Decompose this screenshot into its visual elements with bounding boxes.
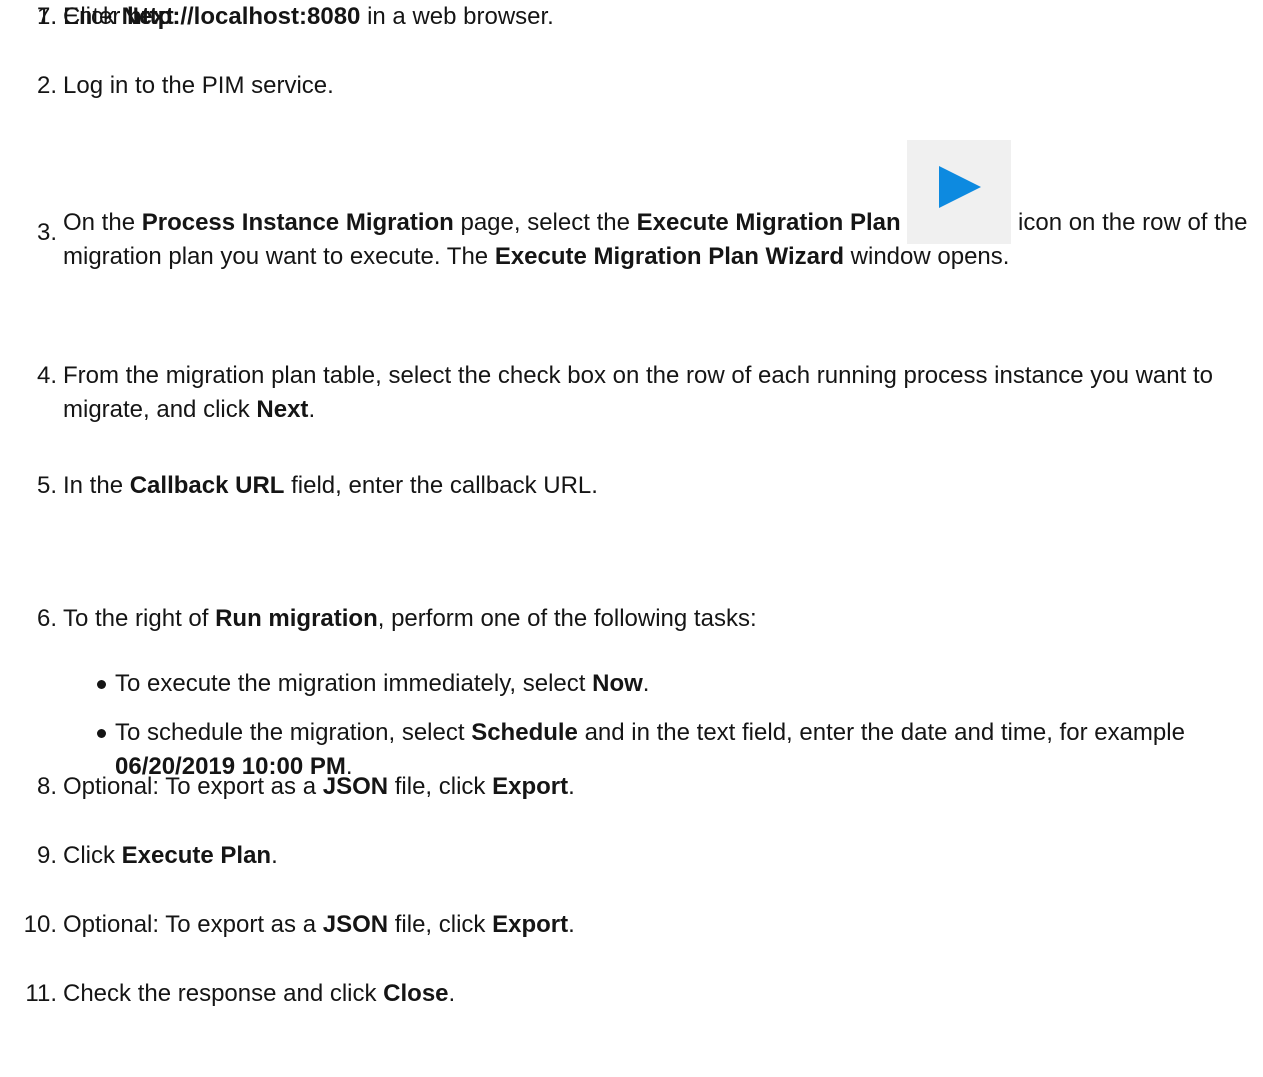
step-text: .	[173, 3, 181, 30]
step-body: In the Callback URL field, enter the cal…	[63, 469, 1258, 503]
step-text: In the	[63, 472, 130, 499]
step-text	[901, 209, 908, 236]
step-number: 10.	[23, 911, 57, 938]
step-body: From the migration plan table, select th…	[63, 359, 1258, 427]
step-text: Optional: To export as a	[63, 911, 323, 938]
procedure-document: 1. Enter http://localhost:8080 in a web b…	[0, 0, 1263, 1077]
ui-label: Schedule	[471, 719, 578, 746]
step-body: Check the response and click Close.	[63, 977, 1258, 1011]
step-number: 6.	[36, 605, 57, 632]
step-text: .	[448, 980, 456, 1007]
ui-label: Run migration	[215, 605, 378, 632]
step-text: page, select the	[453, 209, 637, 236]
task-option-text: To execute the migration immediately, se…	[115, 667, 1255, 701]
step-number: 5.	[36, 472, 57, 499]
ui-label: Process Instance Migration	[141, 209, 454, 236]
step-number: 8.	[36, 773, 57, 800]
step-number: 7.	[36, 3, 57, 30]
step-text: .	[271, 842, 278, 869]
step-text: .	[568, 773, 575, 800]
ui-label: Callback URL	[129, 472, 285, 499]
literal-value: JSON	[322, 773, 389, 800]
ui-label: Execute Plan	[121, 842, 272, 869]
play-icon	[907, 140, 1012, 244]
step-text: To the right of	[63, 605, 216, 632]
step-text: Optional: To export as a	[63, 773, 323, 800]
step-number: 3.	[36, 219, 57, 246]
literal-value: JSON	[322, 911, 389, 938]
step-number: 9.	[36, 842, 57, 869]
bullet-icon	[97, 729, 106, 738]
step-text: To execute the migration immediately, se…	[115, 670, 593, 697]
step-text: field, enter the callback URL.	[284, 472, 598, 499]
ui-label: Execute Migration Plan	[636, 209, 901, 236]
step-text: Check the response and click	[63, 980, 384, 1007]
bullet-icon	[97, 680, 106, 689]
step-body: Click Next.	[63, 0, 1258, 34]
step-text: From the migration plan table, select th…	[63, 362, 1213, 423]
ui-label: Export	[492, 911, 569, 938]
step-text: .	[568, 911, 575, 938]
step-text: Click	[63, 842, 122, 869]
step-text: To schedule the migration, select	[115, 719, 472, 746]
step-number: 4.	[36, 362, 57, 389]
ui-label: Now	[592, 670, 643, 697]
step-number: 11.	[25, 980, 57, 1007]
step-text: On the	[63, 209, 142, 236]
ui-label: Next	[256, 396, 309, 423]
ui-label: Export	[492, 773, 569, 800]
step-body: On the Process Instance Migration page, …	[63, 140, 1258, 274]
step-text: , perform one of the following tasks:	[377, 605, 757, 632]
step-number: 2.	[36, 72, 57, 99]
step-text: .	[308, 396, 316, 423]
ui-label: Next	[121, 3, 174, 30]
step-text: window opens.	[844, 243, 1010, 270]
step-body: To the right of Run migration, perform o…	[63, 602, 1258, 636]
step-text: file, click	[388, 911, 493, 938]
step-body: Optional: To export as a JSON file, clic…	[63, 770, 1258, 804]
step-body: Click Execute Plan.	[63, 839, 1258, 873]
ui-label: Close	[383, 980, 449, 1007]
step-text: file, click	[388, 773, 493, 800]
step-text: Click	[63, 3, 122, 30]
step-text: .	[642, 670, 650, 697]
step-body: Log in to the PIM service.	[63, 69, 1258, 103]
step-text: and in the text field, enter the date an…	[577, 719, 1185, 746]
ui-label: Execute Migration Plan Wizard	[494, 243, 844, 270]
step-body: Optional: To export as a JSON file, clic…	[63, 908, 1258, 942]
step-text: Log in to the PIM service.	[63, 72, 334, 99]
